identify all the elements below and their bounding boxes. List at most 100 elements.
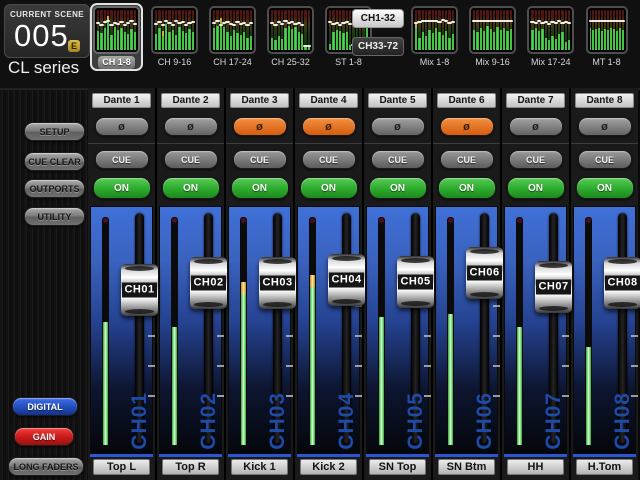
cue-button[interactable]: CUE xyxy=(578,150,632,169)
fader-knob[interactable]: CH06 xyxy=(466,247,503,299)
channel-name-label[interactable]: Top R xyxy=(162,459,219,475)
fader-knob[interactable]: CH02 xyxy=(190,257,227,309)
meter-bar xyxy=(415,10,417,50)
phase-button[interactable]: ø xyxy=(164,117,218,136)
channel-name-label[interactable]: Kick 2 xyxy=(300,459,357,475)
channel-id-vertical: CH07 xyxy=(542,392,566,450)
meter-level xyxy=(379,317,384,445)
meter-bar-level xyxy=(438,32,440,50)
meter-bar xyxy=(213,10,215,50)
meter-tab-mt1-8[interactable]: MT 1-8 xyxy=(583,3,631,71)
channel-name-label[interactable]: HH xyxy=(507,459,564,475)
fader-tick xyxy=(148,335,155,337)
current-scene-panel[interactable]: CURRENT SCENE 005 E xyxy=(4,4,90,58)
fader-knob[interactable]: CH01 xyxy=(121,264,158,316)
phase-button[interactable]: ø xyxy=(371,117,425,136)
meter-tab-mix9-16[interactable]: Mix 9-16 xyxy=(466,3,519,71)
phase-button[interactable]: ø xyxy=(233,117,287,136)
meter-tab-master[interactable]: Master xyxy=(636,3,640,71)
meter-bar-level xyxy=(185,33,187,50)
meter-bar-level xyxy=(531,30,533,50)
fader-tick xyxy=(562,365,569,367)
phase-button[interactable]: ø xyxy=(578,117,632,136)
meter-bar xyxy=(565,10,567,50)
meter-tab-ch9-16[interactable]: CH 9-16 xyxy=(148,3,201,71)
meter-bar xyxy=(329,10,331,50)
phase-button[interactable]: ø xyxy=(302,117,356,136)
sidebar-cue-clear-button[interactable]: CUE CLEAR xyxy=(24,152,85,171)
sidebar-digital-button[interactable]: DIGITAL xyxy=(12,397,78,416)
cue-button[interactable]: CUE xyxy=(164,150,218,169)
channel-name-label[interactable]: Top L xyxy=(93,459,150,475)
fader-knob[interactable]: CH04 xyxy=(328,254,365,306)
meter-tab-mix17-24[interactable]: Mix 17-24 xyxy=(524,3,578,71)
on-button[interactable]: ON xyxy=(438,177,496,199)
fader-knob[interactable]: CH03 xyxy=(259,257,296,309)
cue-button[interactable]: CUE xyxy=(440,150,494,169)
channel-name-label[interactable]: H.Tom xyxy=(576,459,633,475)
on-button[interactable]: ON xyxy=(507,177,565,199)
phase-button[interactable]: ø xyxy=(440,117,494,136)
divider xyxy=(88,143,155,144)
meter-bar xyxy=(274,10,276,50)
meter-bar-level xyxy=(226,32,228,50)
sidebar-gain-button[interactable]: GAIN xyxy=(14,427,74,446)
cue-button[interactable]: CUE xyxy=(371,150,425,169)
bank-ch33-72-button[interactable]: CH33-72 xyxy=(352,37,404,56)
meter-bar-level xyxy=(558,34,560,50)
mix-meter-tabs: Mix 1-8Mix 9-16Mix 17-24MT 1-8 Master xyxy=(408,3,640,71)
console-model-label: CL series xyxy=(8,58,79,78)
phase-button[interactable]: ø xyxy=(95,117,149,136)
strip-accent-line xyxy=(366,454,429,457)
bank-ch1-32-button[interactable]: CH1-32 xyxy=(352,9,404,28)
meter-tab-mix1-8[interactable]: Mix 1-8 xyxy=(408,3,461,71)
phase-button[interactable]: ø xyxy=(509,117,563,136)
meter-tab-ch17-24[interactable]: CH 17-24 xyxy=(206,3,259,71)
meter-bar xyxy=(178,10,180,50)
channel-name-label[interactable]: Kick 1 xyxy=(231,459,288,475)
meter-bar-level xyxy=(220,23,222,50)
meter-bar xyxy=(100,10,102,50)
meter-bar xyxy=(284,10,286,50)
channel-name-label[interactable]: SN Top xyxy=(369,459,426,475)
on-button[interactable]: ON xyxy=(300,177,358,199)
meter-bar xyxy=(503,10,505,50)
meter-bar xyxy=(130,10,132,50)
cue-button[interactable]: CUE xyxy=(233,150,287,169)
meter-bar xyxy=(304,10,306,50)
meter-bar xyxy=(486,10,488,50)
sidebar-utility-button[interactable]: UTILITY xyxy=(24,207,85,226)
channel-name-label[interactable]: SN Btm xyxy=(438,459,495,475)
cue-button[interactable]: CUE xyxy=(509,150,563,169)
sidebar-outports-button[interactable]: OUTPORTS xyxy=(24,179,85,198)
meter-peak-dot xyxy=(172,218,177,223)
meter-bar-level xyxy=(246,38,248,50)
meter-level-orange xyxy=(310,275,315,287)
cue-button[interactable]: CUE xyxy=(302,150,356,169)
meter-bar xyxy=(223,10,225,50)
meter-bar xyxy=(243,10,245,50)
on-button[interactable]: ON xyxy=(231,177,289,199)
meter-bar-level xyxy=(236,33,238,50)
meter-tab-ch1-8[interactable]: CH 1-8 xyxy=(90,3,143,71)
fader-knob[interactable]: CH05 xyxy=(397,256,434,308)
sidebar-setup-button[interactable]: SETUP xyxy=(24,122,85,141)
on-button[interactable]: ON xyxy=(93,177,151,199)
on-button[interactable]: ON xyxy=(162,177,220,199)
sidebar-long-faders-button[interactable]: LONG FADERS xyxy=(8,457,84,476)
on-button[interactable]: ON xyxy=(369,177,427,199)
fader-knob[interactable]: CH08 xyxy=(604,257,640,309)
channel-id-vertical: CH06 xyxy=(473,392,497,450)
meter-block xyxy=(469,6,516,54)
channel-port-label: Dante 4 xyxy=(299,93,358,108)
cue-button[interactable]: CUE xyxy=(95,150,149,169)
meter-bar xyxy=(425,10,427,50)
meter-bar-level xyxy=(278,36,280,50)
level-meter xyxy=(378,217,385,447)
fader-knob[interactable]: CH07 xyxy=(535,261,572,313)
meter-bar xyxy=(168,10,170,50)
meter-tab-ch25-32[interactable]: CH 25-32 xyxy=(264,3,317,71)
fader-position-dash xyxy=(249,22,253,24)
meter-bar-level xyxy=(110,35,112,50)
on-button[interactable]: ON xyxy=(576,177,634,199)
